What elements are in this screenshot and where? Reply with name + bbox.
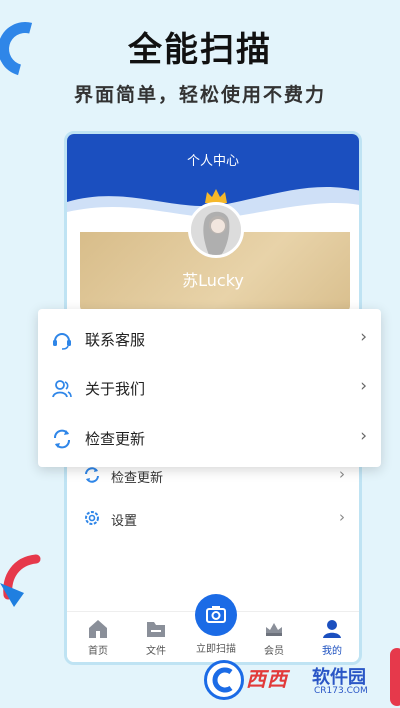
overlay-item-about-us[interactable]: 关于我们 › [38, 363, 381, 413]
tab-home[interactable]: 首页 [69, 618, 127, 657]
overlay-item-label: 关于我们 [85, 380, 146, 398]
refresh-icon [54, 429, 70, 449]
folder-icon [147, 622, 165, 637]
overlay-menu-card: 联系客服 › 关于我们 › 检查更新 › [38, 309, 381, 467]
decorative-hook [0, 554, 41, 607]
chevron-right-icon: › [339, 465, 345, 483]
gear-icon [85, 511, 99, 525]
vip-crown-icon [266, 623, 282, 636]
tab-label: 会员 [264, 646, 284, 657]
tab-vip[interactable]: 会员 [245, 618, 303, 657]
overlay-item-label: 联系客服 [85, 331, 146, 349]
tab-label: 我的 [322, 646, 342, 657]
tab-label: 文件 [146, 646, 166, 657]
bottom-tab-bar: 首页 文件 立即扫描 会员 我的 [67, 594, 359, 662]
watermark-logo [204, 660, 244, 700]
promo-title: 全能扫描 [128, 30, 272, 70]
watermark: 西西 软件园 CR173.COM [204, 660, 382, 700]
scan-now-button[interactable] [195, 594, 237, 636]
scan-now-label: 立即扫描 [196, 644, 236, 655]
chevron-right-icon: › [360, 327, 367, 347]
overlay-item-check-update[interactable]: 检查更新 › [38, 413, 381, 463]
home-icon [89, 620, 107, 638]
tab-files[interactable]: 文件 [127, 618, 185, 657]
chevron-right-icon: › [360, 426, 367, 446]
page-title: 个人中心 [186, 154, 239, 169]
menu-item-settings[interactable]: 设置 › [67, 499, 359, 539]
avatar[interactable] [188, 202, 244, 258]
logo-c-icon [212, 667, 233, 693]
users-icon [52, 380, 72, 398]
tab-mine[interactable]: 我的 [303, 618, 359, 657]
username: 苏Lucky [182, 271, 244, 290]
menu-item-label: 检查更新 [111, 471, 164, 486]
avatar-photo [191, 205, 241, 255]
menu-item-label: 设置 [111, 514, 138, 529]
overlay-item-customer-service[interactable]: 联系客服 › [38, 314, 381, 364]
promo-subtitle: 界面简单，轻松使用不费力 [73, 84, 326, 106]
chevron-right-icon: › [360, 376, 367, 396]
refresh-icon [85, 467, 99, 483]
camera-icon [206, 606, 226, 623]
decorative-bar [390, 648, 400, 706]
tab-label: 首页 [88, 646, 108, 657]
watermark-url: CR173.COM [314, 686, 368, 696]
watermark-brand: 西西 [246, 667, 288, 691]
headset-icon [53, 333, 71, 350]
chevron-right-icon: › [339, 508, 345, 526]
user-icon [323, 620, 341, 638]
overlay-item-label: 检查更新 [85, 430, 146, 448]
